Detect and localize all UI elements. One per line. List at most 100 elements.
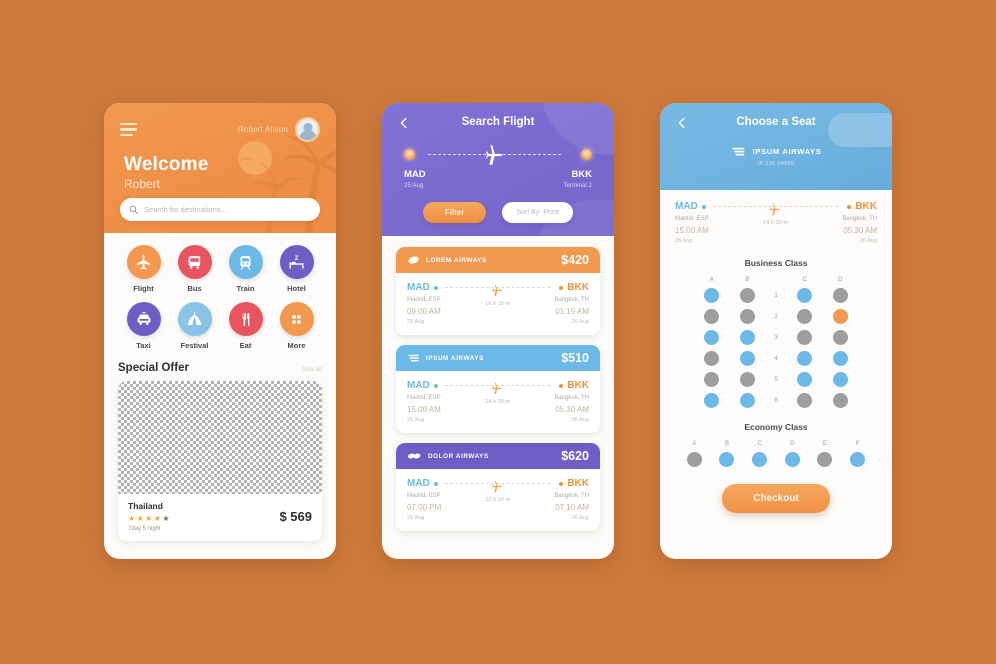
seat-row-number: 6 [774,397,778,404]
avatar-icon[interactable] [295,117,320,142]
seat-B4[interactable] [739,351,755,366]
destination-code: BKK [567,282,589,293]
seat-B5[interactable] [739,372,755,387]
seat-B1[interactable] [739,288,755,303]
page-title: Search Flight [461,116,535,128]
category-more[interactable]: More [279,302,314,350]
nav-row: Search Flight [382,103,614,129]
seat-C3[interactable] [797,330,813,345]
seat-A6[interactable] [704,393,720,408]
welcome-block: Welcome Robert [104,142,336,191]
category-bus[interactable]: Bus [177,245,212,293]
economy-seat-D[interactable] [784,452,800,467]
flight-duration: 14 h 30 m [485,399,511,405]
home-body: Flight Bus Train Z Hotel Taxi Festival E… [104,233,336,541]
tent-icon [177,302,212,336]
flight-duration: 16 h 15 m [485,301,511,307]
seat-D5[interactable] [832,372,848,387]
flight-price: $620 [561,449,589,463]
summary-destination: BKK Bangkok, TH 05.30 AM 26 Aug [842,201,877,244]
seat-D4[interactable] [832,351,848,366]
route-summary: MAD 25 Aug BKK Terminal 2 [382,129,614,189]
seat-A2[interactable] [704,309,720,324]
origin-code: MAD [407,380,430,391]
seat-B6[interactable] [739,393,755,408]
seat-A5[interactable] [704,372,720,387]
category-eat[interactable]: Eat [228,302,263,350]
category-grid: Flight Bus Train Z Hotel Taxi Festival E… [118,245,322,350]
user-profile[interactable]: Robert Alison [237,104,336,142]
offer-image-placeholder [118,381,322,494]
category-label: Bus [187,284,202,293]
origin-city: Madrid, ESP [407,297,441,303]
filter-button[interactable]: Filter [422,202,487,223]
destination-date: 26 Aug [571,319,589,325]
search-input[interactable]: Search for destinations... [120,198,320,221]
economy-class-title: Economy Class [744,422,808,432]
origin-date: 25 Aug [407,515,425,521]
category-taxi[interactable]: Taxi [126,302,161,350]
category-label: Festival [180,341,209,350]
search-placeholder: Search for destinations... [144,205,227,214]
flight-card[interactable]: LOREM AIRWAYS $420 MAD Madrid, ESP 09.00… [396,247,600,335]
seat-C6[interactable] [797,393,813,408]
economy-seat-B[interactable] [719,452,735,467]
category-label: Train [236,284,255,293]
airline-brand: IPSUM AIRWAYS [407,353,484,363]
checkout-button[interactable]: Checkout [722,484,830,513]
category-festival[interactable]: Festival [177,302,212,350]
seat-C4[interactable] [797,351,813,366]
seat-C5[interactable] [797,372,813,387]
offer-card[interactable]: Thailand ★★★★★ 7day 5 night $ 569 [118,381,322,541]
page-title: Choose a Seat [736,116,816,128]
category-train[interactable]: Train [228,245,263,293]
seat-A3[interactable] [704,330,720,345]
seat-B3[interactable] [739,330,755,345]
seat-C2[interactable] [797,309,813,324]
flight-card-body: MAD Madrid, ESP 15.00 AM 25 Aug 14 h 30 … [396,371,600,433]
seat-D1[interactable] [832,288,848,303]
economy-class-section: Economy Class A B C D E F [660,422,892,467]
sort-button[interactable]: Sort By: Price [502,202,574,223]
seat-D6[interactable] [832,393,848,408]
flight-card-header: IPSUM AIRWAYS $510 [396,345,600,371]
economy-seat-C[interactable] [752,452,768,467]
destination-date: 26 Aug [859,238,877,244]
bus-icon [177,245,212,279]
business-column-headers: A B C D [660,277,892,283]
seat-C1[interactable] [797,288,813,303]
see-all-link[interactable]: See all [302,366,322,373]
summary-duration-block: 14 h 30 m [709,201,843,244]
flight-origin: MAD Madrid, ESP 09.00 AM 25 Aug [407,282,441,325]
economy-seat-F[interactable] [850,452,866,467]
origin-city: Madrid, ESP [407,395,441,401]
seat-B2[interactable] [739,309,755,324]
flight-card[interactable]: DOLOR AIRWAYS $620 MAD Madrid, ESP 07.00… [396,443,600,531]
taxi-icon [126,302,161,336]
flight-origin: MAD Madrid, ESP 07.00 PM 25 Aug [407,478,441,521]
economy-seat-A[interactable] [686,452,702,467]
choose-seat-header: Choose a Seat IPSUM AIRWAYS IP 226 04695 [660,103,892,190]
stripes-logo-icon [732,147,745,156]
seat-A1[interactable] [704,288,720,303]
airplane-icon [492,382,502,395]
category-flight[interactable]: Flight [126,245,161,293]
screens-container: Robert Alison Welcome Robert Search for … [0,103,996,559]
column-letter: B [745,277,750,283]
destination-dot-icon [559,481,564,486]
hamburger-icon[interactable] [120,122,137,137]
economy-seat-E[interactable] [817,452,833,467]
business-class-section: Business Class A B C D 1 2 3 4 5 6 [660,258,892,408]
category-hotel[interactable]: Z Hotel [279,245,314,293]
seat-A4[interactable] [704,351,720,366]
flight-card-body: MAD Madrid, ESP 07.00 PM 25 Aug 12 h 10 … [396,469,600,531]
airline-name: IPSUM AIRWAYS [752,147,822,156]
seat-row: 2 [660,309,892,324]
svg-text:Z: Z [295,255,299,262]
flight-card[interactable]: IPSUM AIRWAYS $510 MAD Madrid, ESP 15.00… [396,345,600,433]
category-label: More [287,341,306,350]
seat-D3[interactable] [832,330,848,345]
seat-D2[interactable] [832,309,848,324]
user-name: Robert Alison [237,125,288,134]
economy-seat-row [660,452,892,467]
